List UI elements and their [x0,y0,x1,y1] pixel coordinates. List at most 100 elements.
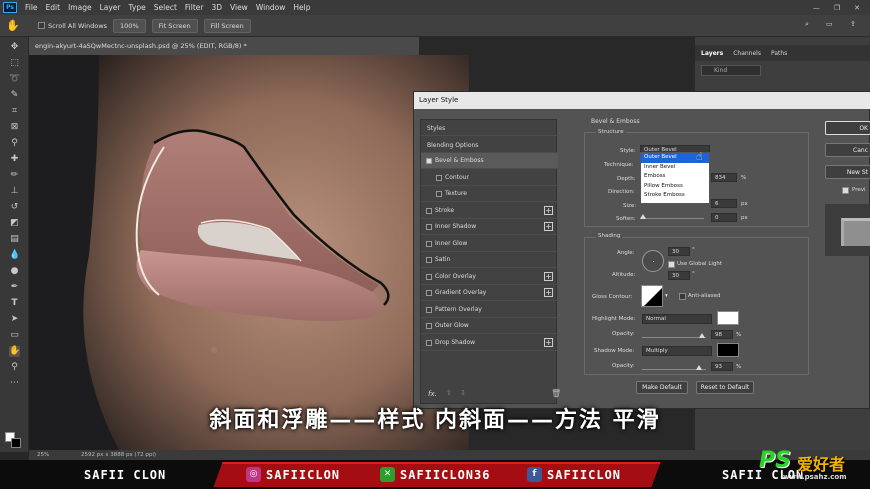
fill-screen-button[interactable]: Fill Screen [203,18,251,33]
marquee-tool-icon[interactable]: ⬚ [9,58,20,69]
hand-tool-icon[interactable]: ✋ [6,19,20,32]
zoom-100-button[interactable]: 100% [113,18,146,33]
brush-tool-icon[interactable]: ✏ [9,170,20,181]
highlight-opacity-slider[interactable] [642,337,706,338]
clone-stamp-icon[interactable]: ⊥ [9,186,20,197]
style-item-styles[interactable]: Styles [421,120,558,136]
menu-image[interactable]: Image [64,3,96,12]
style-checkbox[interactable] [426,339,432,346]
history-brush-icon[interactable]: ↺ [9,202,20,213]
hand-tool-icon[interactable]: ✋ [9,346,20,357]
tab-paths[interactable]: Paths [771,50,787,57]
make-default-button[interactable]: Make Default [636,381,688,394]
style-item-outer-glow[interactable]: Outer Glow [421,318,558,334]
path-select-icon[interactable]: ➤ [9,314,20,325]
style-item-gradient-overlay[interactable]: Gradient Overlay + [421,285,558,301]
zoom-tool-icon[interactable]: ⚲ [9,362,20,373]
search-icon[interactable]: ⌕ [805,20,809,29]
tab-channels[interactable]: Channels [733,50,761,57]
rectangle-tool-icon[interactable]: ▭ [9,330,20,341]
add-style-icon[interactable]: + [544,205,553,215]
dodge-tool-icon[interactable]: ● [9,266,20,277]
global-light-checkbox[interactable] [668,261,675,268]
eyedropper-tool-icon[interactable]: ⚲ [9,138,20,149]
style-checkbox[interactable] [426,207,432,214]
highlight-color-swatch[interactable] [717,311,739,325]
cancel-button[interactable]: Canc [825,143,870,157]
contour-chevron-icon[interactable]: ▾ [665,293,668,299]
option-stroke-emboss[interactable]: Stroke Emboss [641,191,709,201]
style-item-blending-options[interactable]: Blending Options [421,137,558,153]
shadow-opacity-input[interactable]: 93 [711,362,733,371]
zoom-level[interactable]: 25% [37,452,49,458]
style-item-drop-shadow[interactable]: Drop Shadow + [421,335,558,351]
style-item-stroke[interactable]: Stroke + [421,203,558,219]
menu-view[interactable]: View [226,3,252,12]
depth-input[interactable]: 834 [711,173,737,182]
scroll-all-checkbox[interactable]: Scroll All Windows [38,22,107,30]
style-checkbox[interactable] [436,191,442,197]
restore-icon[interactable]: ❐ [834,4,840,12]
option-inner-bevel[interactable]: Inner Bevel [641,163,709,173]
menu-filter[interactable]: Filter [181,3,208,12]
menu-help[interactable]: Help [289,3,314,12]
style-item-contour[interactable]: Contour [421,170,558,186]
menu-edit[interactable]: Edit [42,3,65,12]
shadow-color-swatch[interactable] [717,343,739,357]
more-tools-icon[interactable]: ⋯ [9,378,20,389]
style-checkbox[interactable] [426,158,432,164]
style-checkbox[interactable] [426,273,432,280]
fx-button[interactable]: fx. [428,390,437,398]
highlight-opacity-input[interactable]: 98 [711,330,733,339]
trash-icon[interactable]: 🗑 [551,389,561,398]
shadow-opacity-thumb[interactable] [696,365,702,370]
soften-slider[interactable] [640,218,704,219]
preview-checkbox[interactable] [842,187,849,194]
gradient-tool-icon[interactable]: ▤ [9,234,20,245]
style-item-color-overlay[interactable]: Color Overlay + [421,269,558,285]
style-item-inner-glow[interactable]: Inner Glow [421,236,558,252]
close-icon[interactable]: ✕ [854,4,860,12]
size-input[interactable]: 6 [711,199,737,208]
menu-type[interactable]: Type [125,3,150,12]
new-style-button[interactable]: New St [825,165,870,179]
add-style-icon[interactable]: + [544,271,553,281]
style-checkbox[interactable] [426,290,432,296]
gloss-contour-swatch[interactable] [641,285,663,307]
style-checkbox[interactable] [426,257,432,263]
style-item-bevel-emboss[interactable]: Bevel & Emboss [421,153,558,169]
style-item-pattern-overlay[interactable]: Pattern Overlay [421,302,558,318]
style-item-texture[interactable]: Texture [421,186,558,202]
background-color-swatch[interactable] [11,438,21,448]
crop-tool-icon[interactable]: ⌗ [9,106,20,117]
style-item-satin[interactable]: Satin [421,252,558,268]
style-checkbox[interactable] [426,306,432,313]
highlight-mode-select[interactable]: Normal [642,314,712,324]
add-style-icon[interactable]: + [544,288,553,297]
soften-input[interactable]: 0 [711,213,737,222]
option-pillow-emboss[interactable]: Pillow Emboss [641,182,709,192]
soften-slider-thumb[interactable] [640,214,646,219]
add-style-icon[interactable]: + [544,337,553,347]
add-style-icon[interactable]: + [544,222,553,231]
angle-input[interactable]: 30 [668,247,690,256]
angle-dial[interactable] [642,250,664,272]
move-down-icon[interactable]: ⇩ [460,389,466,397]
quick-select-tool-icon[interactable]: ✎ [9,90,20,101]
blur-tool-icon[interactable]: 💧 [9,250,20,261]
menu-window[interactable]: Window [252,3,290,12]
menu-layer[interactable]: Layer [96,3,125,12]
highlight-opacity-thumb[interactable] [699,333,705,338]
move-up-icon[interactable]: ⇧ [446,389,452,397]
eraser-tool-icon[interactable]: ◩ [9,218,20,229]
workspace-icon[interactable]: ▭ [826,20,833,28]
altitude-input[interactable]: 30 [668,271,690,280]
frame-tool-icon[interactable]: ⊠ [9,122,20,133]
style-checkbox[interactable] [426,224,432,230]
menu-3d[interactable]: 3D [207,3,226,12]
pen-tool-icon[interactable]: ✒ [9,282,20,293]
document-tab[interactable]: engin-akyurt-4aSQwMectnc-unsplash.psd @ … [29,37,419,55]
anti-aliased-checkbox[interactable] [679,293,686,300]
lasso-tool-icon[interactable]: ➰ [9,74,20,85]
tab-layers[interactable]: Layers [701,50,723,57]
